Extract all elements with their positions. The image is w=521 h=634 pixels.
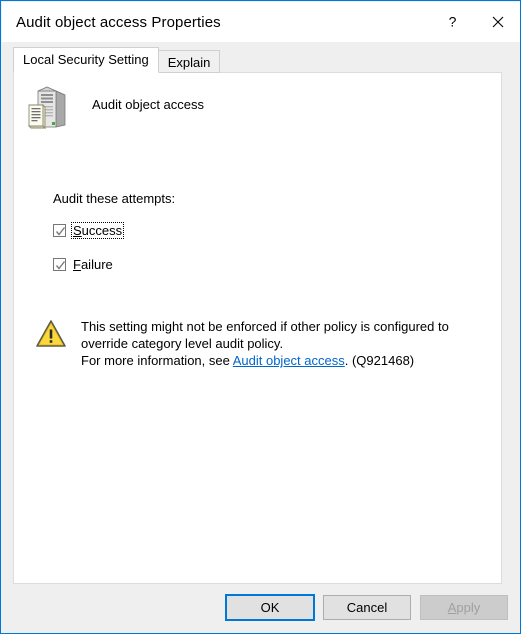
ok-button[interactable]: OK xyxy=(225,593,315,621)
audit-object-access-link[interactable]: Audit object access xyxy=(233,353,345,368)
policy-header: Audit object access xyxy=(24,85,204,133)
checkbox-success[interactable] xyxy=(53,223,66,237)
title-bar: Audit object access Properties ? xyxy=(2,2,520,42)
ok-button-label: OK xyxy=(260,599,280,615)
checkbox-row-success: Success xyxy=(53,221,175,239)
warning-triangle-icon xyxy=(36,320,66,347)
tab-strip: Local Security Setting Explain xyxy=(13,47,221,73)
tab-local-security-setting[interactable]: Local Security Setting xyxy=(13,47,159,73)
apply-button-label-rest: pply xyxy=(456,599,481,615)
warning-line-2: override category level audit policy. xyxy=(81,336,284,351)
properties-dialog-window: Audit object access Properties ? Local S… xyxy=(0,0,521,634)
tab-explain-label: Explain xyxy=(167,55,211,70)
apply-button: Apply xyxy=(420,594,508,620)
warning-line-3: For more information, see Audit object a… xyxy=(81,352,449,369)
audit-attempts-label: Audit these attempts: xyxy=(53,191,176,206)
dialog-button-bar: OK Cancel Apply xyxy=(2,582,520,632)
cancel-button[interactable]: Cancel xyxy=(323,594,411,620)
warning-text: This setting might not be enforced if ot… xyxy=(81,318,449,369)
checkbox-failure-label[interactable]: Failure xyxy=(71,256,115,273)
policy-name: Audit object access xyxy=(92,97,205,112)
tab-local-security-setting-label: Local Security Setting xyxy=(23,52,149,67)
warning-line-1: This setting might not be enforced if ot… xyxy=(81,319,449,334)
tab-content-panel: Audit object access Audit these attempts… xyxy=(13,72,502,584)
checkbox-failure-label-rest: ailure xyxy=(80,256,113,272)
checkmark-icon xyxy=(55,226,66,236)
question-mark-icon: ? xyxy=(448,14,456,30)
server-policy-icon xyxy=(27,86,66,130)
checkbox-failure-accel: F xyxy=(73,256,81,272)
checkbox-success-label[interactable]: Success xyxy=(71,221,125,239)
tab-explain[interactable]: Explain xyxy=(157,50,221,73)
warning-block: This setting might not be enforced if ot… xyxy=(35,318,449,369)
checkbox-success-label-rest: uccess xyxy=(81,222,123,238)
close-icon xyxy=(492,16,504,28)
close-button[interactable] xyxy=(475,2,520,42)
help-button[interactable]: ? xyxy=(429,2,475,42)
audit-attempts-group: Audit these attempts: Success Failure xyxy=(53,191,175,273)
cancel-button-label: Cancel xyxy=(346,599,388,615)
apply-button-label: Apply xyxy=(448,600,481,615)
svg-text:?: ? xyxy=(448,14,456,30)
checkmark-icon xyxy=(55,260,66,270)
checkbox-success-accel: S xyxy=(73,222,82,238)
warning-line-3-suffix: . (Q921468) xyxy=(344,353,415,368)
checkbox-failure[interactable] xyxy=(53,257,66,271)
warning-line-3-prefix: For more information, see xyxy=(81,353,233,368)
checkbox-row-failure: Failure xyxy=(53,255,175,273)
window-title: Audit object access Properties xyxy=(16,13,221,31)
